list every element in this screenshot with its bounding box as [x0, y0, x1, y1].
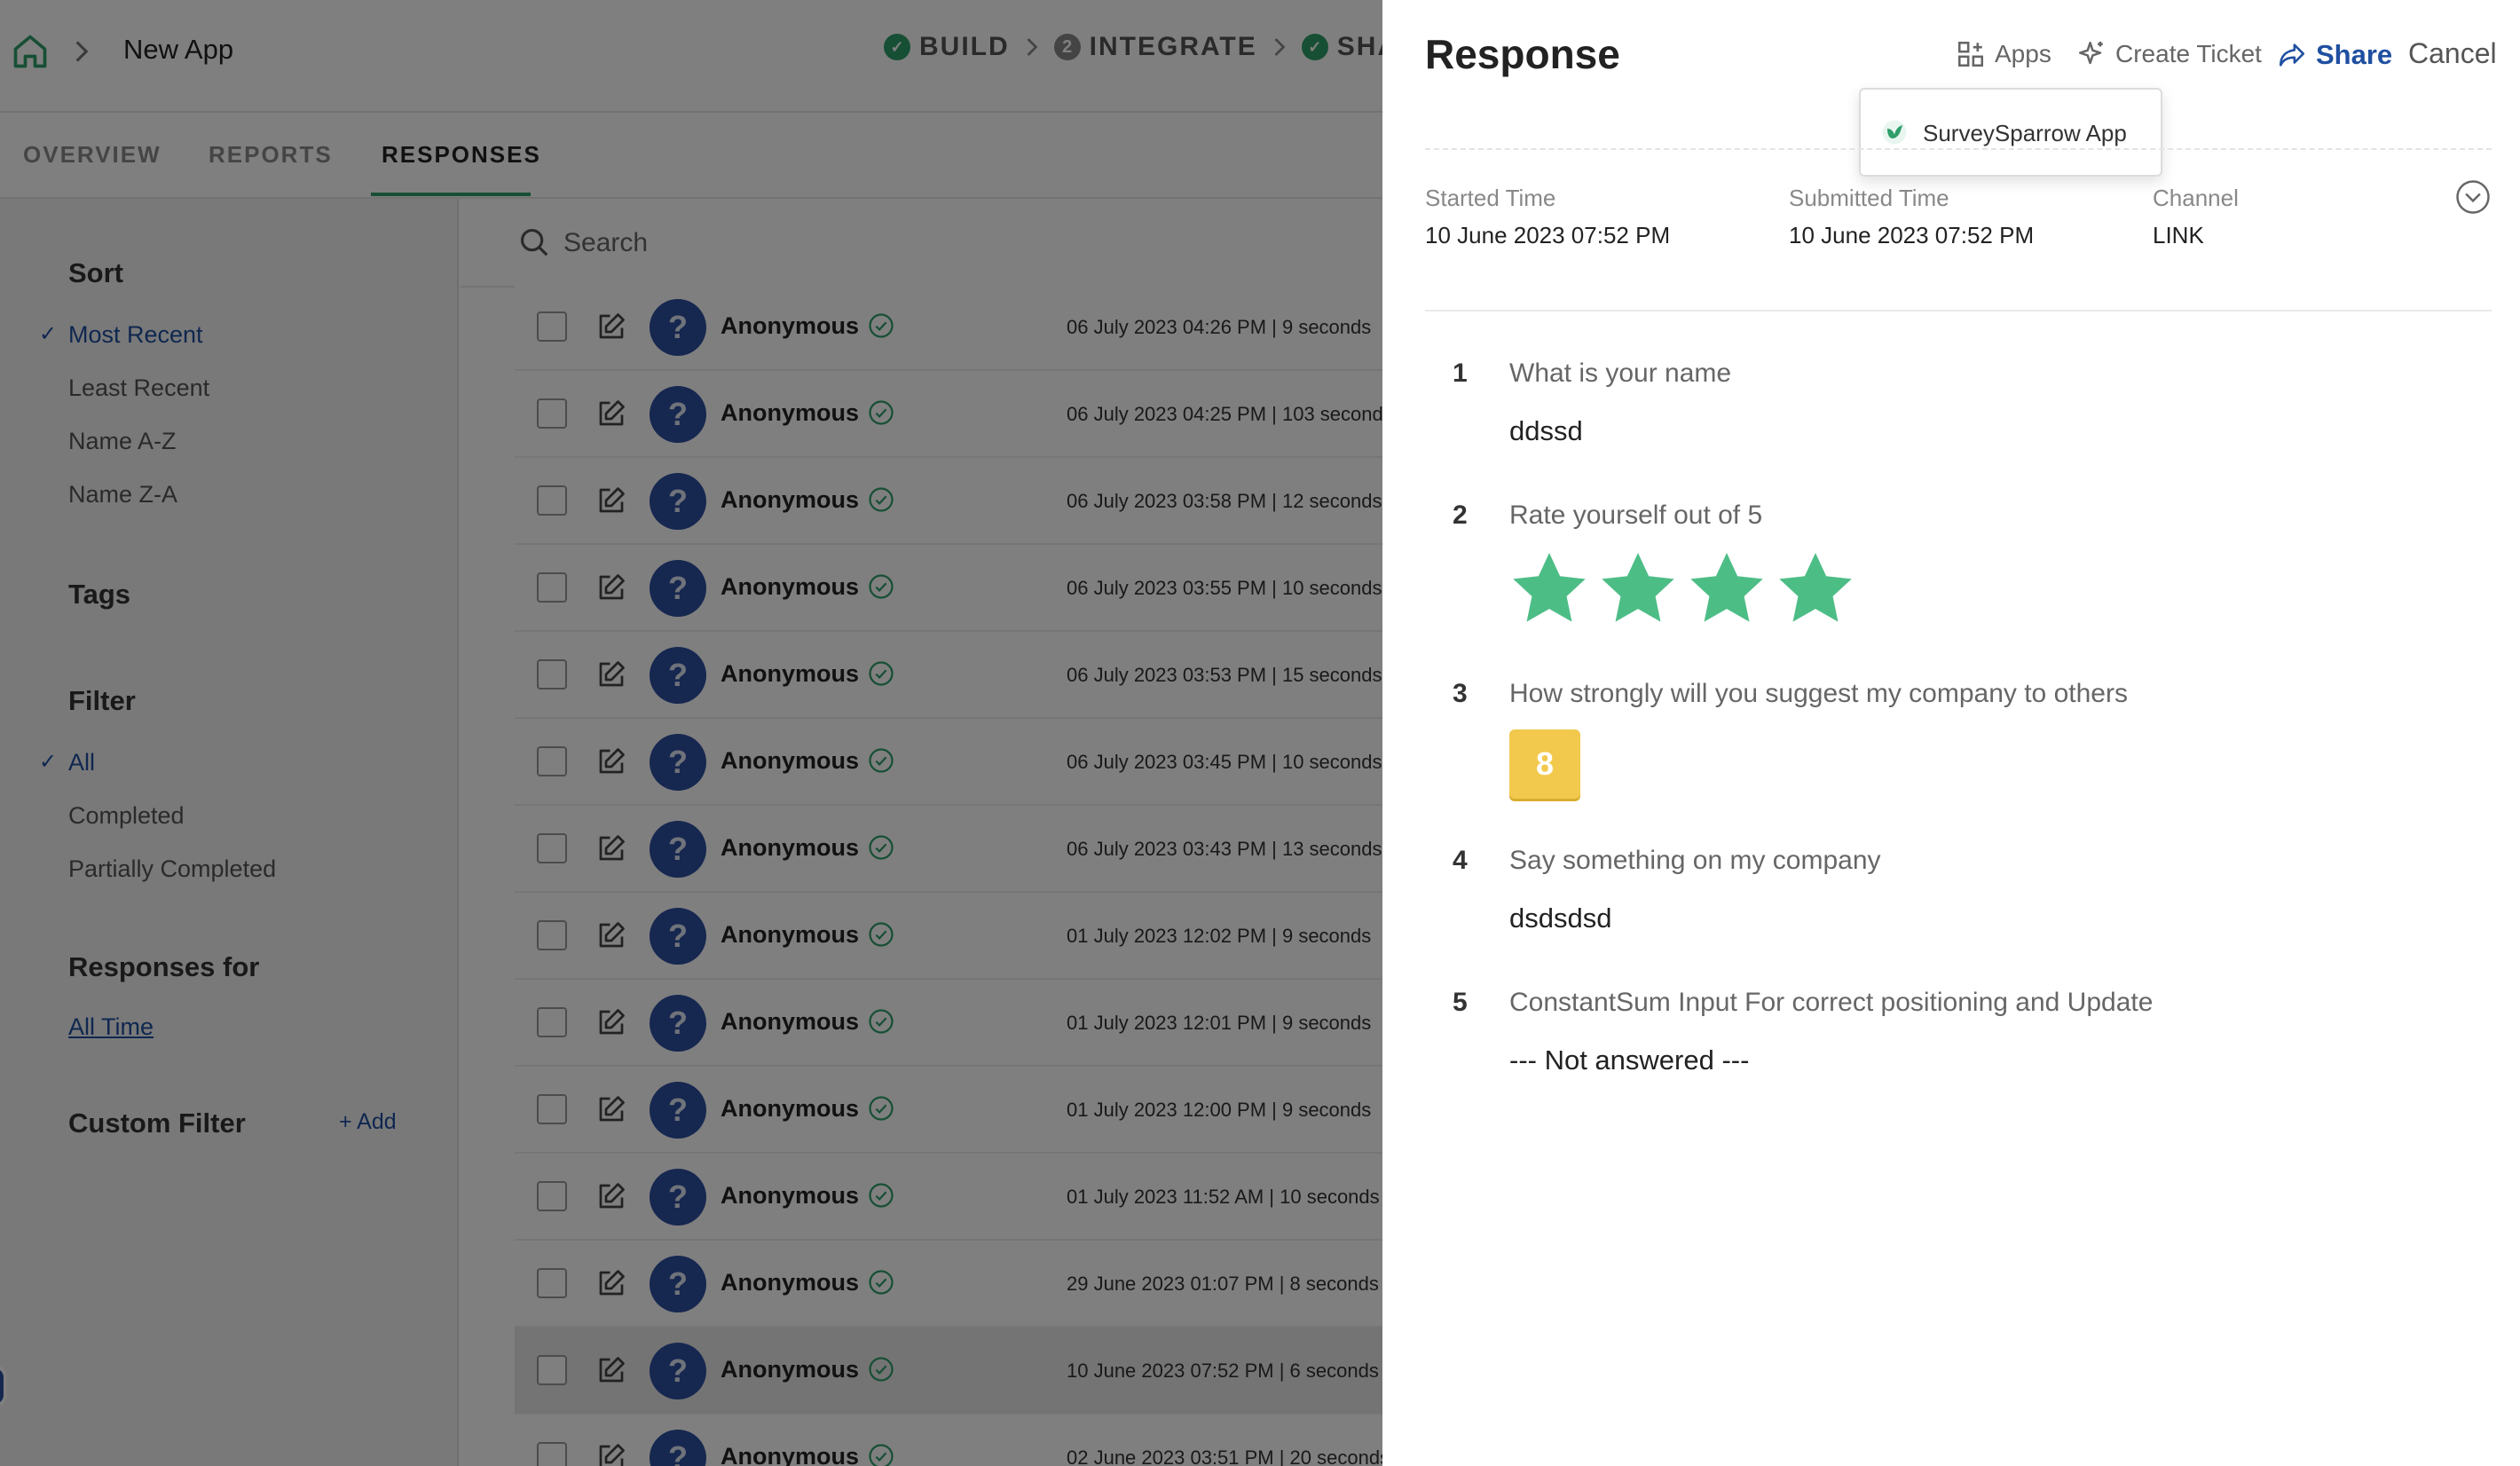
star-icon — [1690, 553, 1763, 622]
expand-chevron-icon[interactable] — [2454, 178, 2492, 216]
sparkle-icon — [2078, 41, 2103, 65]
question-text: Rate yourself out of 5 — [1509, 500, 1763, 530]
rating-stars — [1508, 547, 1857, 630]
share-icon — [2279, 43, 2305, 67]
create-ticket-button[interactable]: Create Ticket — [2076, 39, 2262, 69]
question-answer: dsdsdsd — [1509, 902, 1612, 934]
share-label: Share — [2316, 39, 2393, 70]
question-text: What is your name — [1509, 359, 1732, 388]
panel-title: Response — [1425, 31, 1620, 77]
question-number: 2 — [1453, 500, 1468, 530]
question-answer: --- Not answered --- — [1509, 1044, 1750, 1076]
responses-app: New App ✓ BUILD 2 INTEGRATE ✓ SHA OVERVI… — [0, 0, 1382, 1466]
star-icon — [1779, 553, 1852, 622]
channel-label: Channel — [2153, 185, 2239, 211]
submitted-time-label: Submitted Time — [1789, 185, 1949, 211]
divider — [1425, 310, 2492, 311]
response-panel: Response Apps Create Ticket Share Cancel… — [1382, 0, 2520, 1466]
apps-button[interactable]: Apps — [1956, 39, 2051, 69]
question-number: 4 — [1453, 846, 1468, 875]
menu-item-surveysparrow-app[interactable]: SurveySparrow App — [1923, 120, 2127, 147]
question-text: ConstantSum Input For correct positionin… — [1509, 988, 2154, 1017]
apps-grid-icon — [1957, 41, 1984, 67]
star-icon — [1513, 553, 1586, 622]
question-text: Say something on my company — [1509, 846, 1881, 875]
nps-score-badge: 8 — [1509, 729, 1580, 799]
cancel-button[interactable]: Cancel — [2408, 37, 2497, 70]
surveysparrow-logo-icon — [1882, 120, 1907, 145]
divider — [1425, 148, 2492, 150]
apps-label: Apps — [1995, 40, 2051, 67]
question-number: 3 — [1453, 679, 1468, 708]
submitted-time-value: 10 June 2023 07:52 PM — [1789, 222, 2035, 248]
question-text: How strongly will you suggest my company… — [1509, 679, 2128, 708]
question-number: 5 — [1453, 988, 1468, 1017]
create-ticket-label: Create Ticket — [2115, 40, 2262, 67]
started-time-value: 10 June 2023 07:52 PM — [1425, 222, 1671, 248]
star-icon — [1602, 553, 1674, 622]
started-time-label: Started Time — [1425, 185, 1556, 211]
question-number: 1 — [1453, 359, 1468, 388]
modal-backdrop[interactable] — [0, 0, 1382, 1466]
channel-value: LINK — [2153, 222, 2204, 248]
question-answer: ddssd — [1509, 415, 1583, 446]
share-button[interactable]: Share — [2277, 39, 2392, 71]
apps-dropdown-menu: SurveySparrow App — [1859, 88, 2162, 177]
